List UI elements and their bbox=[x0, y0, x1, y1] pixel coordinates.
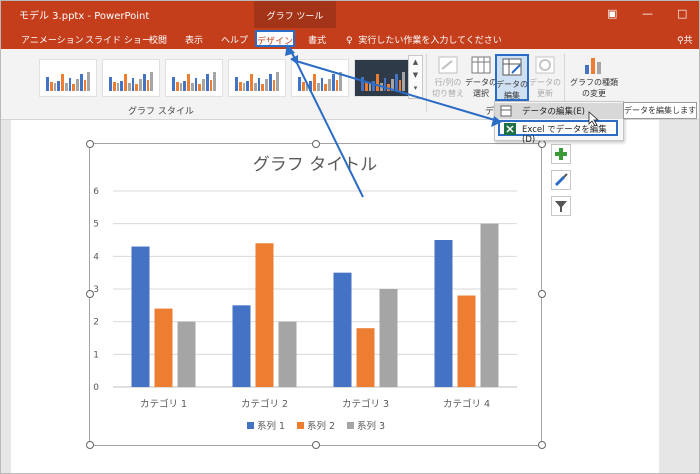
annotation-arrow bbox=[290, 50, 364, 198]
annotation-arrowhead bbox=[491, 116, 502, 127]
mouse-cursor-icon bbox=[588, 111, 600, 127]
app-window: モデル 3.pptx - PowerPoint ▣ — □ グラフ ツール アニ… bbox=[0, 0, 700, 474]
annotation-overlay bbox=[285, 44, 600, 198]
annotation-arrow bbox=[295, 60, 499, 122]
